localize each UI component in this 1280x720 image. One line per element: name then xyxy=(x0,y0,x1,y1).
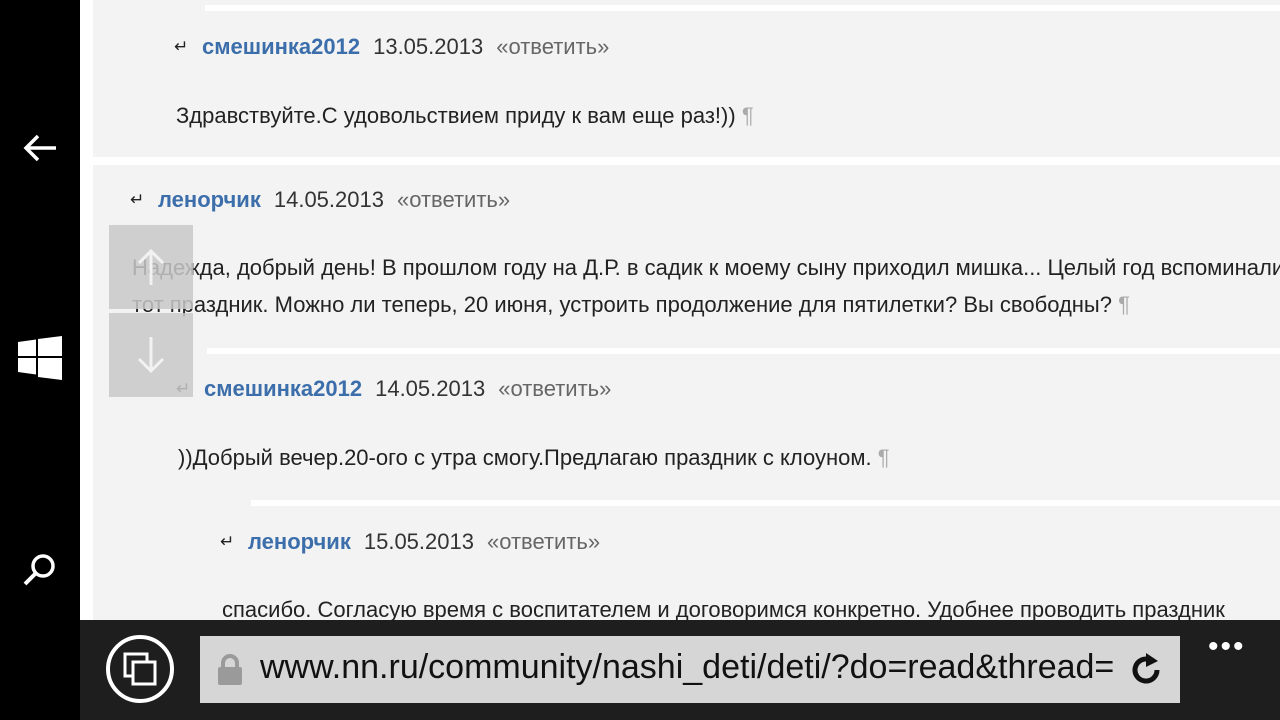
scroll-down-button[interactable] xyxy=(109,313,193,397)
tabs-icon xyxy=(123,652,157,686)
reply-arrow-icon: ↵ xyxy=(220,532,235,551)
tabs-button[interactable] xyxy=(106,635,174,703)
scroll-up-icon xyxy=(137,248,165,285)
comment-divider xyxy=(207,348,1280,354)
comment-text: Надежда, добрый день! В прошлом году на … xyxy=(132,255,1280,317)
scroll-down-icon xyxy=(137,337,165,374)
comment-divider xyxy=(205,5,1280,11)
refresh-icon xyxy=(1132,653,1160,684)
reply-arrow-icon: ↵ xyxy=(130,190,145,209)
more-button[interactable]: ••• xyxy=(1208,630,1246,664)
search-icon xyxy=(23,554,55,586)
comment-header: ↵ смешинка2012 13.05.2013 «ответить» xyxy=(174,34,609,60)
start-button[interactable] xyxy=(0,313,80,403)
comment-date: 15.05.2013 xyxy=(363,529,474,554)
comment-permalink[interactable]: ¶ xyxy=(1118,292,1130,317)
comment-header: ↵ смешинка2012 14.05.2013 «ответить» xyxy=(176,376,611,402)
browser-toolbar: www.nn.ru/community/nashi_deti/deti/?do=… xyxy=(80,620,1280,720)
reply-link[interactable]: «ответить» xyxy=(498,376,611,402)
comment-date: 13.05.2013 xyxy=(373,34,484,59)
comment-text: ))Добрый вечер.20-ого с утра смогу.Предл… xyxy=(178,445,890,470)
search-button[interactable] xyxy=(0,525,80,615)
back-button[interactable] xyxy=(0,103,80,193)
lock-icon xyxy=(218,654,242,685)
reply-arrow-icon: ↵ xyxy=(174,37,189,56)
comment-text: спасибо. Согласую время с воспитателем и… xyxy=(222,597,1225,620)
comment-divider xyxy=(251,500,1280,506)
back-arrow-icon xyxy=(23,134,56,162)
scroll-up-button[interactable] xyxy=(109,225,193,309)
comment-permalink[interactable]: ¶ xyxy=(878,445,890,470)
refresh-button[interactable] xyxy=(1128,652,1164,688)
reply-link[interactable]: «ответить» xyxy=(487,529,600,555)
comment-permalink[interactable]: ¶ xyxy=(742,103,754,128)
comment-author-link[interactable]: смешинка2012 xyxy=(202,34,360,60)
more-icon: ••• xyxy=(1208,630,1246,663)
reply-link[interactable]: «ответить» xyxy=(397,187,510,213)
comment-text: Здравствуйте.С удовольствием приду к вам… xyxy=(176,103,754,128)
system-nav-bar xyxy=(0,0,80,720)
comment-author-link[interactable]: смешинка2012 xyxy=(204,376,362,402)
comment-date: 14.05.2013 xyxy=(273,187,384,212)
comment-date: 14.05.2013 xyxy=(375,376,486,401)
comment-header: ↵ ленорчик 14.05.2013 «ответить» xyxy=(130,187,510,213)
reply-link[interactable]: «ответить» xyxy=(496,34,609,60)
web-content: ↵ смешинка2012 13.05.2013 «ответить» Здр… xyxy=(80,0,1280,620)
comment-header: ↵ ленорчик 15.05.2013 «ответить» xyxy=(220,529,600,555)
address-bar[interactable]: www.nn.ru/community/nashi_deti/deti/?do=… xyxy=(200,636,1180,703)
comment-author-link[interactable]: ленорчик xyxy=(248,529,351,555)
comment-author-link[interactable]: ленорчик xyxy=(158,187,261,213)
windows-logo-icon xyxy=(18,336,62,380)
url-text[interactable]: www.nn.ru/community/nashi_deti/deti/?do=… xyxy=(260,648,1128,687)
